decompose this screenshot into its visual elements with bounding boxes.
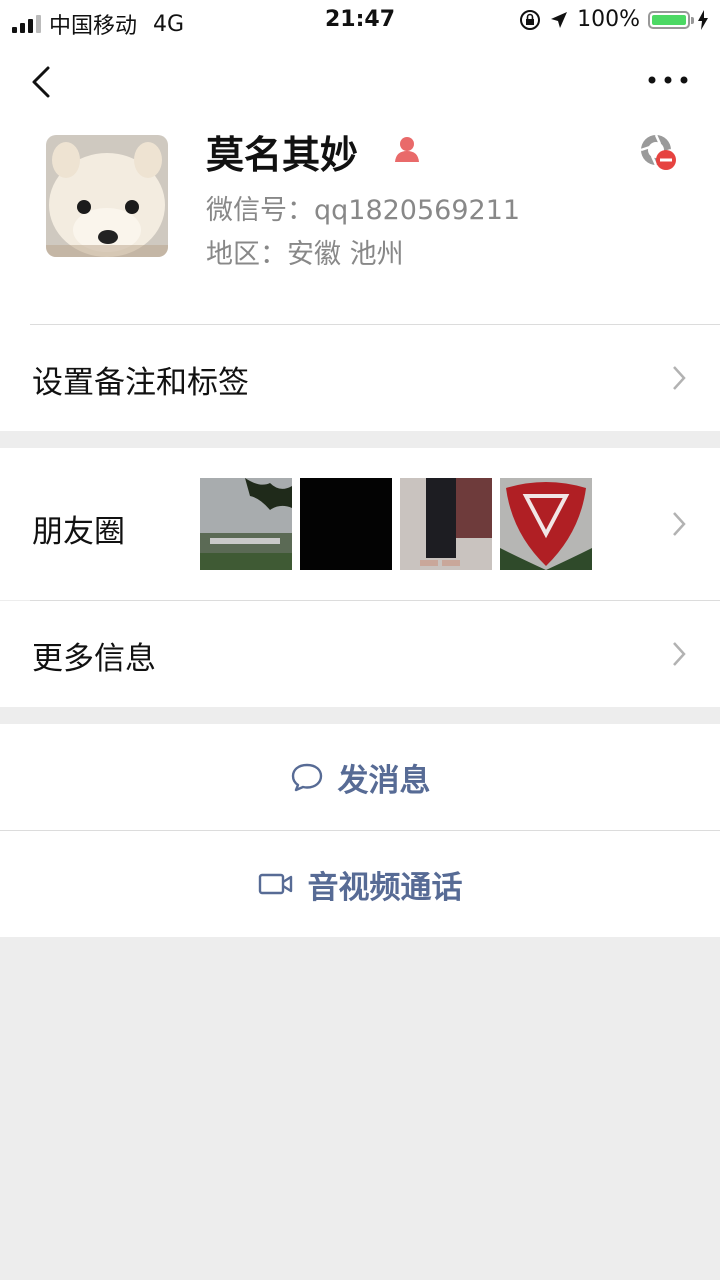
region-value: 安徽 池州 xyxy=(287,239,404,270)
avatar[interactable] xyxy=(46,135,168,257)
moments-label: 朋友圈 xyxy=(32,514,125,550)
set-remarks-label: 设置备注和标签 xyxy=(32,365,249,401)
region: 地区：安徽 池州 xyxy=(206,232,404,271)
wechat-id: 微信号：qq1820569211 xyxy=(206,188,520,227)
profile-header: 莫名其妙 微信号：qq1820569211 地区：安徽 池州 xyxy=(0,40,720,325)
moments-photo xyxy=(500,478,592,570)
status-bar: 中国移动 4G 21:47 100% xyxy=(0,0,720,40)
location-icon xyxy=(551,11,568,28)
female-icon xyxy=(395,137,419,162)
contact-name: 莫名其妙 xyxy=(206,133,359,177)
battery-icon xyxy=(648,10,694,29)
video-call-label: 音视频通话 xyxy=(307,869,463,906)
moments-photo xyxy=(300,478,392,570)
charging-icon xyxy=(698,9,708,30)
back-icon[interactable] xyxy=(26,62,56,102)
more-info-label: 更多信息 xyxy=(32,641,156,677)
video-call-button[interactable]: 音视频通话 xyxy=(0,831,720,937)
chat-bubble-icon xyxy=(291,763,322,792)
moments-row[interactable]: 朋友圈 xyxy=(0,448,720,600)
rotation-lock-icon xyxy=(520,9,541,30)
moments-photo xyxy=(200,478,292,570)
status-right: 100% xyxy=(519,7,708,32)
chevron-right-icon xyxy=(673,366,686,390)
moments-thumbnails xyxy=(200,478,592,570)
send-message-label: 发消息 xyxy=(337,762,431,799)
more-info-row[interactable]: 更多信息 xyxy=(0,601,720,707)
wechat-id-value: qq1820569211 xyxy=(314,195,521,226)
battery-percent: 100% xyxy=(577,7,640,32)
region-label: 地区： xyxy=(206,239,287,270)
chevron-right-icon xyxy=(673,512,686,536)
chevron-right-icon xyxy=(673,642,686,666)
wechat-id-label: 微信号： xyxy=(206,195,314,226)
send-message-button[interactable]: 发消息 xyxy=(0,724,720,830)
video-camera-icon xyxy=(258,873,292,895)
more-icon[interactable] xyxy=(646,70,690,90)
set-remarks-row[interactable]: 设置备注和标签 xyxy=(0,325,720,431)
moments-blocked-icon[interactable] xyxy=(638,132,678,172)
moments-photo xyxy=(400,478,492,570)
